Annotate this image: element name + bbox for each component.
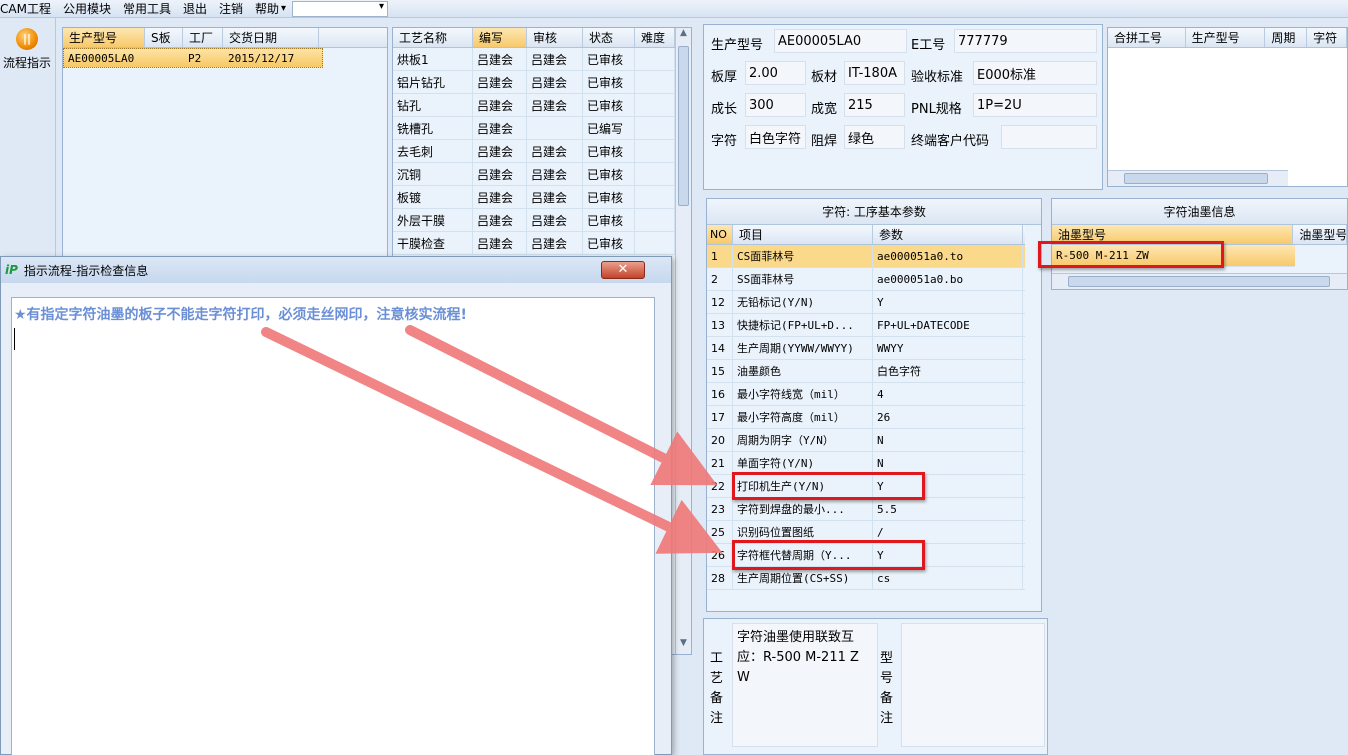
arrow-to-printer bbox=[405, 325, 718, 486]
annotation-arrows bbox=[261, 325, 723, 554]
